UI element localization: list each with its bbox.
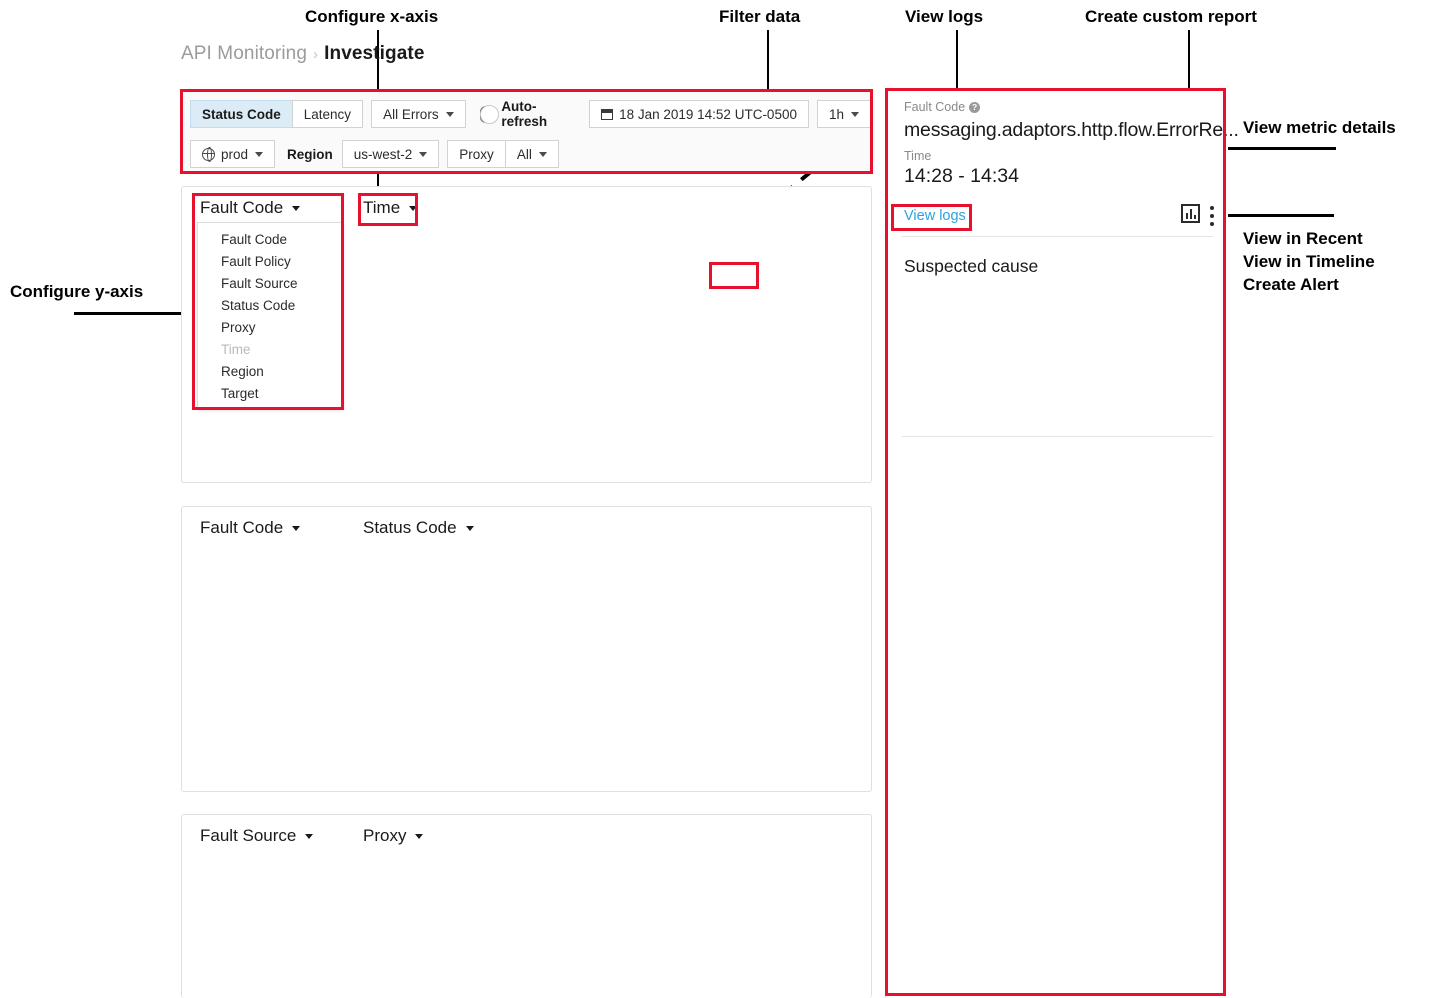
detail-time-value: 14:28 - 14:34 <box>904 165 1019 187</box>
annotation-create-custom-report: Create custom report <box>1085 7 1257 26</box>
toolbar-row-secondary: prod Region us-west-2 Proxy All <box>182 134 871 174</box>
chevron-down-icon <box>445 111 454 117</box>
annotation-configure-y-axis: Configure y-axis <box>10 282 144 301</box>
chevron-down-icon <box>465 525 474 531</box>
region-label: Region <box>287 146 333 162</box>
annotation-view-logs: View logs <box>905 7 984 26</box>
xaxis-dropdown-3-label: Proxy <box>363 826 407 845</box>
auto-refresh-label: Auto-refresh <box>501 99 548 129</box>
yaxis-dropdown-3-label: Fault Source <box>200 826 297 845</box>
leader-view-metric-details <box>1226 147 1336 150</box>
yaxis-dropdown-3[interactable]: Fault Source <box>200 826 314 846</box>
breadcrumb-root[interactable]: API Monitoring <box>181 43 307 64</box>
filter-toolbar: Status Code Latency All Errors Auto-refr… <box>181 90 872 173</box>
detail-divider-2 <box>902 436 1213 437</box>
view-metric-details-button[interactable] <box>1181 204 1200 228</box>
view-logs-link[interactable]: View logs <box>904 208 966 224</box>
heatmap-card-status <box>181 506 872 792</box>
detail-panel: Fault Code? messaging.adaptors.http.flow… <box>885 88 1239 998</box>
annotation-configure-x-axis: Configure x-axis <box>305 7 439 26</box>
date-range-button[interactable]: 18 Jan 2019 14:52 UTC-0500 <box>589 100 809 128</box>
xaxis-dropdown-2-label: Status Code <box>363 518 457 537</box>
auto-refresh-toggle[interactable] <box>479 104 499 124</box>
leader-configure-y-axis <box>74 312 194 315</box>
yaxis-menu-item-label: Fault Policy <box>221 254 291 269</box>
leader-filter-data <box>767 30 769 92</box>
annotation-view-metric-details: View metric details <box>1243 118 1396 137</box>
annotation-view-in-recent: View in Recent <box>1243 229 1363 248</box>
globe-icon <box>201 147 215 163</box>
xaxis-dropdown-2[interactable]: Status Code <box>363 518 474 538</box>
yaxis-menu-item-region[interactable]: Region <box>221 364 264 379</box>
breadcrumb-current: Investigate <box>324 43 425 64</box>
yaxis-menu-item-proxy[interactable]: Proxy <box>221 320 256 335</box>
help-icon[interactable]: ? <box>969 102 981 113</box>
yaxis-menu-item-label: Target <box>221 386 259 401</box>
bar-chart-icon <box>1181 204 1200 223</box>
yaxis-dropdown-2-label: Fault Code <box>200 518 284 537</box>
detail-time-label: Time <box>904 149 932 163</box>
region-dropdown[interactable]: us-west-2 <box>341 140 440 168</box>
detail-metric-label: Fault Code? <box>904 100 981 114</box>
chevron-down-icon <box>415 833 424 839</box>
chevron-down-icon <box>292 525 301 531</box>
region-value: us-west-2 <box>353 146 413 162</box>
calendar-icon <box>601 108 614 120</box>
date-range-label: 18 Jan 2019 14:52 UTC-0500 <box>619 106 797 122</box>
proxy-label-button[interactable]: Proxy <box>447 140 506 168</box>
yaxis-menu-item-time: Time <box>221 342 251 357</box>
proxy-value: All <box>516 146 532 162</box>
environment-label: prod <box>221 146 249 162</box>
xaxis-dropdown-3[interactable]: Proxy <box>363 826 424 846</box>
annotation-view-in-timeline: View in Timeline <box>1243 252 1375 271</box>
annotation-filter-data: Filter data <box>719 7 801 26</box>
yaxis-dropdown-2[interactable]: Fault Code <box>200 518 301 538</box>
detail-divider <box>902 236 1213 237</box>
kebab-dot <box>1210 214 1214 218</box>
yaxis-menu-item-fault-source[interactable]: Fault Source <box>221 276 298 291</box>
yaxis-menu-item-label: Region <box>221 364 264 379</box>
detail-metric-label-text: Fault Code <box>904 100 966 114</box>
yaxis-menu-item-target[interactable]: Target <box>221 386 259 401</box>
time-window-dropdown[interactable]: 1h <box>816 100 871 128</box>
breadcrumb-separator: › <box>313 46 319 63</box>
yaxis-menu-item-status-code[interactable]: Status Code <box>221 298 295 313</box>
yaxis-menu-item-fault-code[interactable]: Fault Code <box>221 232 287 247</box>
environment-dropdown[interactable]: prod <box>190 140 276 168</box>
yaxis-dropdown-menu[interactable]: Fault Code Fault Policy Fault Source Status… <box>197 222 342 408</box>
annotation-create-alert: Create Alert <box>1243 275 1339 294</box>
time-window-label: 1h <box>828 106 844 122</box>
yaxis-menu-item-label: Fault Source <box>221 276 298 291</box>
suspected-cause-title: Suspected cause <box>904 256 1039 276</box>
overflow-menu-button[interactable] <box>1210 206 1214 226</box>
yaxis-menu-item-fault-policy[interactable]: Fault Policy <box>221 254 291 269</box>
all-errors-dropdown[interactable]: All Errors <box>371 100 466 128</box>
detail-metric-value: messaging.adaptors.http.flow.ErrorRe... <box>904 119 1239 141</box>
toggle-knob <box>479 104 499 124</box>
yaxis-menu-item-label: Proxy <box>221 320 256 335</box>
kebab-dot <box>1210 222 1214 226</box>
breadcrumb: API Monitoring › Investigate <box>181 43 424 65</box>
tab-status-code[interactable]: Status Code <box>190 100 293 128</box>
chevron-down-icon <box>255 151 264 157</box>
yaxis-menu-item-label: Status Code <box>221 298 296 313</box>
chevron-down-icon <box>538 151 547 157</box>
yaxis-menu-item-label: Fault Code <box>221 232 288 247</box>
proxy-dropdown[interactable]: All <box>504 140 559 168</box>
chevron-down-icon <box>419 151 428 157</box>
tab-latency[interactable]: Latency <box>291 100 364 128</box>
leader-overflow-menu <box>1214 214 1334 217</box>
chevron-down-icon <box>305 833 314 839</box>
metric-toggle-group: Status Code Latency <box>190 100 364 128</box>
kebab-dot <box>1210 206 1214 210</box>
yaxis-menu-item-label: Time <box>221 342 251 357</box>
all-errors-label: All Errors <box>383 106 439 122</box>
toolbar-row-primary: Status Code Latency All Errors Auto-refr… <box>182 94 871 134</box>
chevron-down-icon <box>851 111 859 117</box>
